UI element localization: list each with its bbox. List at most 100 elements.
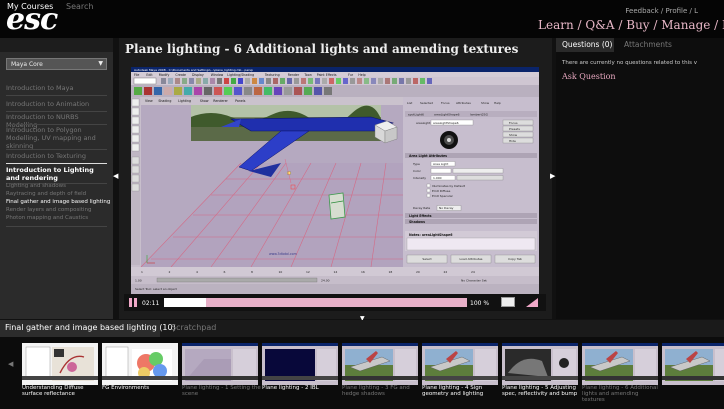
ae-bottom-button-label[interactable]: Select — [422, 257, 432, 261]
ae-menu-item[interactable]: Focus — [441, 101, 450, 105]
chapter-item[interactable]: Introduction to Lighting and rendering — [6, 166, 107, 182]
attribute-editor[interactable]: List Selected Focus Attributes Show Help spot… — [403, 97, 539, 267]
viewport-menu-item[interactable]: View — [145, 99, 153, 103]
maya-menu-item[interactable]: File — [134, 73, 139, 77]
attr-label[interactable]: Intensity — [413, 176, 426, 180]
lesson-item[interactable]: Raytracing and depth of field — [6, 191, 86, 197]
ae-button-label[interactable]: Hide — [509, 139, 516, 143]
maya-menu-item[interactable]: Fur — [348, 73, 354, 77]
timeline-tick: 14 — [334, 270, 338, 274]
ae-menu-item[interactable]: Attributes — [456, 101, 471, 105]
lesson-item[interactable]: Final gather and image based lighting — [6, 199, 110, 205]
collapse-right-icon[interactable]: ▶ — [550, 172, 555, 180]
maya-menu-item[interactable]: Texturing — [264, 73, 280, 77]
resize-icon[interactable] — [524, 297, 540, 308]
ae-node-tab[interactable]: spotLight6 — [408, 113, 424, 117]
seek-bar[interactable] — [164, 298, 467, 307]
maya-menu-item[interactable]: Render — [288, 73, 300, 77]
current-time: 02:11 — [142, 300, 160, 307]
viewport-menu-item[interactable]: Panels — [235, 99, 246, 103]
tab-playlist[interactable]: Final gather and image based lighting (1… — [5, 323, 176, 332]
maya-menu-item[interactable]: Create — [175, 73, 186, 77]
ae-menu-item[interactable]: Show — [481, 101, 490, 105]
collapse-left-icon[interactable]: ◀ — [113, 172, 118, 180]
playlist-item-label[interactable]: Plane lighting - 1 Setting the scene — [182, 385, 262, 397]
color-swatch[interactable] — [430, 168, 452, 174]
ae-node-tab[interactable]: lambert2SG — [470, 113, 489, 117]
playlist-item-label[interactable]: FG Environments — [102, 385, 182, 391]
maya-menu-item[interactable]: Help — [358, 73, 365, 77]
ae-button-label[interactable]: Presets — [509, 127, 520, 131]
checkbox[interactable] — [426, 193, 431, 198]
pause-icon[interactable] — [129, 298, 138, 307]
attr-value[interactable]: Area Light — [433, 162, 449, 166]
playlist-item-label[interactable]: Plane lighting - 5 Adjusting spec, refle… — [502, 385, 582, 397]
time-slider[interactable]: 1 2 4 6 8 10 12 14 16 18 20 22 24 1.00 24.00 No Char… — [131, 267, 539, 294]
viewport-menu-item[interactable]: Shading — [158, 99, 171, 103]
ae-button[interactable] — [502, 137, 534, 144]
video-frame[interactable]: Autodesk Maya 2008 - C:\Documents and Se… — [131, 67, 539, 294]
color-slider[interactable] — [452, 168, 504, 174]
maya-menu-item[interactable]: Edit — [146, 73, 153, 77]
fullscreen-icon[interactable] — [501, 297, 515, 307]
scroll-left-icon[interactable]: ◀ — [8, 360, 13, 368]
chapter-item[interactable]: Introduction to Maya — [6, 84, 107, 92]
checkbox[interactable] — [426, 183, 431, 188]
playlist-item-label[interactable]: Plane lighting - 3 FG and hedge shadows — [342, 385, 422, 397]
tab-scratchpad[interactable]: Scratchpad — [171, 323, 216, 332]
ae-button[interactable] — [502, 119, 534, 126]
playlist-item-label[interactable]: Understanding Diffuse surface reflectanc… — [22, 385, 102, 397]
playlist-item-label[interactable]: Plane lighting - 2 IBL — [262, 385, 342, 391]
checkbox-label[interactable]: Illuminates by Default — [432, 184, 466, 188]
perspective-viewport[interactable]: View Shading Lighting Show Renderer Panels — [140, 97, 403, 268]
zoom-level[interactable]: 100 % — [470, 300, 489, 307]
tab-questions[interactable]: Questions (0) — [562, 40, 612, 49]
attr-label[interactable]: Color — [413, 169, 422, 173]
maya-menu-item[interactable]: Window — [211, 73, 224, 77]
maya-menu-item[interactable]: Paint Effects — [317, 73, 337, 77]
video-title: Plane lighting - 6 Additional lights and… — [125, 42, 519, 56]
main-navigation[interactable]: Learn / Q&A / Buy / Manage / L — [538, 18, 724, 32]
tab-attachments[interactable]: Attachments — [624, 40, 672, 49]
lesson-item[interactable]: Photon mapping and Caustics — [6, 215, 88, 221]
viewport-watermark: www.3dtotal.com — [269, 252, 297, 256]
maya-menu-item[interactable]: Lighting/Shading — [227, 73, 254, 77]
timeline-tick: 16 — [361, 270, 365, 274]
ae-bottom-button-label[interactable]: Copy Tab — [508, 257, 522, 261]
intensity-slider[interactable] — [456, 175, 504, 181]
tab-my-courses[interactable]: My Courses — [7, 2, 53, 11]
ae-node-tab[interactable]: areaLightShape6 — [434, 113, 460, 117]
checkbox[interactable] — [426, 188, 431, 193]
attr-label[interactable]: Type — [412, 162, 420, 166]
ae-section-header[interactable]: Light Effects — [409, 214, 432, 218]
ae-section-header[interactable]: Shadows — [409, 220, 425, 224]
ae-menu-item[interactable]: Help — [494, 101, 501, 105]
ae-button-label[interactable]: Show — [509, 133, 518, 137]
chapter-item[interactable]: Introduction to Texturing — [6, 152, 107, 160]
maya-menu-item[interactable]: Modify — [159, 73, 170, 77]
lesson-item[interactable]: Render layers and compositing — [6, 207, 92, 213]
lesson-divider — [6, 226, 107, 227]
ae-menu-item[interactable]: Selected — [420, 101, 433, 105]
ae-button-label[interactable]: Focus — [509, 121, 518, 125]
checkbox-label[interactable]: Emit Specular — [432, 194, 454, 198]
lesson-item[interactable]: Lighting and shadows — [6, 183, 66, 189]
viewport-menu-item[interactable]: Show — [200, 99, 209, 103]
maya-menu-item[interactable]: Display — [192, 73, 204, 77]
maya-menu-item[interactable]: Toon — [303, 73, 311, 77]
attr-value[interactable]: 1.000 — [433, 176, 442, 180]
chapter-item[interactable]: Introduction to Polygon Modelling, UV ma… — [6, 126, 107, 150]
playlist-item-label[interactable]: Plane lighting - 6 Additional lights and… — [582, 385, 662, 404]
playlist-item-label[interactable]: Plane lighting - 4 Sign geometry and lig… — [422, 385, 502, 397]
viewport-menu-item[interactable]: Lighting — [178, 99, 191, 103]
tab-search[interactable]: Search — [66, 2, 93, 11]
course-select[interactable]: Maya Core ▼ — [6, 58, 107, 70]
chapter-item[interactable]: Introduction to Animation — [6, 100, 107, 108]
ask-question-link[interactable]: Ask Question — [562, 72, 616, 81]
ae-bottom-button-label[interactable]: Load Attributes — [460, 257, 483, 261]
checkbox-label[interactable]: Emit Diffuse — [432, 189, 450, 193]
account-links[interactable]: Feedback / Profile / L — [625, 7, 698, 15]
ae-menu-item[interactable]: List — [407, 101, 413, 105]
viewport-menu-item[interactable]: Renderer — [213, 99, 228, 103]
ae-button[interactable] — [502, 131, 534, 138]
